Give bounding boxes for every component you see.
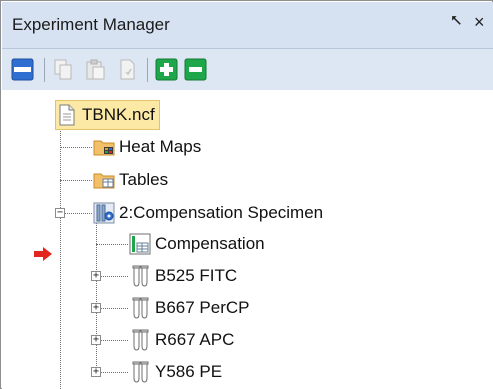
tree-node-tube-b667-percp[interactable]: B667 PerCP [129,294,250,322]
folder-icon [93,173,115,189]
tree-node-label: B525 FITC [155,266,238,285]
specimen-icon [93,202,115,224]
tree-node-tables[interactable]: Tables [93,166,168,194]
expand-toggle[interactable]: + [91,303,101,313]
tube-icon [132,265,149,287]
tree-node-label: Y586 PE [155,362,223,381]
expand-toggle[interactable]: + [91,367,101,377]
expand-toggle[interactable]: + [91,271,101,281]
tree-connector [65,213,92,214]
tree-connector [101,372,128,373]
copy-icon[interactable] [52,58,75,81]
experiment-tree: − + + + + TBNK.ncf Heat Maps Tables 2:Co… [2,90,493,389]
pin-icon[interactable]: ⭦ [451,13,461,31]
tree-node-label: Compensation [155,234,265,253]
tree-connector [101,340,128,341]
current-tube-pointer-icon [34,247,52,261]
tree-node-heat-maps[interactable]: Heat Maps [93,133,201,161]
panel-title: Experiment Manager [12,15,170,34]
tree-node-label: R667 APC [155,330,235,349]
panel-header: Experiment Manager ⭦ × [2,2,493,49]
paste-icon[interactable] [84,58,107,81]
tree-node-tube-r667-apc[interactable]: R667 APC [129,326,234,354]
collapse-toggle[interactable]: − [55,208,65,218]
tree-node-compensation-specimen[interactable]: 2:Compensation Specimen [93,199,323,227]
close-icon[interactable]: × [474,12,485,33]
expand-toggle[interactable]: + [91,335,101,345]
tree-connector [101,276,128,277]
tree-connector [60,180,92,181]
toolbar-separator [147,58,148,82]
add-icon[interactable] [155,58,178,81]
tree-connector [60,120,61,208]
tree-node-label: TBNK.ncf [82,105,155,124]
document-icon[interactable] [116,58,139,81]
tube-icon [132,329,149,351]
tree-node-label: Heat Maps [119,137,202,156]
panel-toggle-icon[interactable] [11,58,34,81]
tube-icon [132,361,149,383]
tree-node-compensation[interactable]: Compensation [129,230,265,258]
tree-node-label: Tables [119,170,169,189]
tree-node-root[interactable]: TBNK.ncf [55,100,160,130]
worksheet-icon [129,233,151,255]
tree-connector [101,308,128,309]
tree-node-label: B667 PerCP [155,298,250,317]
tree-connector [60,147,92,148]
tree-node-tube-y586-pe[interactable]: Y586 PE [129,358,222,386]
tree-node-tube-b525-fitc[interactable]: B525 FITC [129,262,237,290]
toolbar-separator [44,58,45,82]
tree-connector [60,218,61,389]
remove-icon[interactable] [184,58,207,81]
folder-icon [93,140,115,156]
toolbar [2,49,493,90]
tree-connector [96,244,128,245]
experiment-manager-panel: Experiment Manager ⭦ × − + + + + TBNK.nc… [0,0,493,389]
tube-icon [132,297,149,319]
document-icon [59,104,75,126]
tree-node-label: 2:Compensation Specimen [119,203,324,222]
